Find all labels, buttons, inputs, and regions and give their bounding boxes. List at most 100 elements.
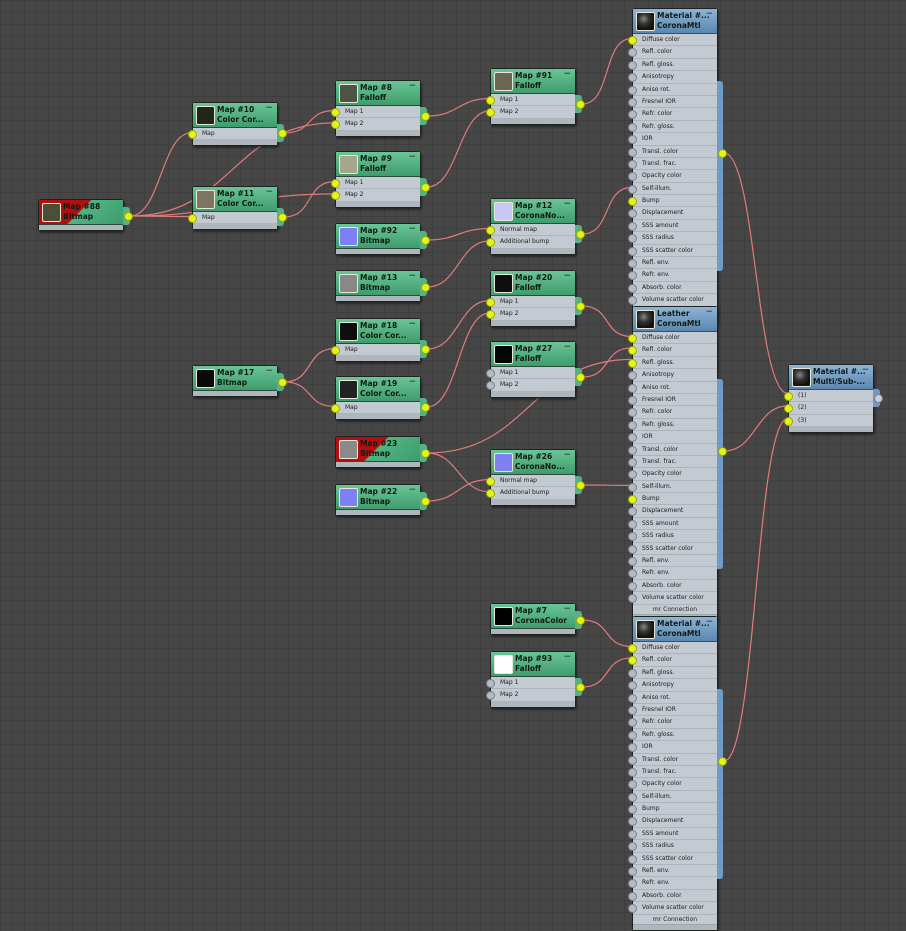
input-slot[interactable]: Fresnel IOR	[633, 704, 717, 716]
node-header[interactable]: Map #17Bitmap−	[193, 366, 277, 391]
node-header[interactable]: Map #11Color Cor...−	[193, 187, 277, 212]
input-slot[interactable]: Map 1	[491, 296, 575, 308]
map-node-map22[interactable]: Map #22Bitmap−	[335, 484, 421, 516]
input-slot[interactable]: Refr. color	[633, 716, 717, 728]
mr-connection-row[interactable]: mr Connection	[633, 605, 717, 615]
input-socket-icon[interactable]	[628, 284, 637, 293]
input-socket-icon[interactable]	[628, 73, 637, 82]
input-socket-icon[interactable]	[628, 446, 637, 455]
input-socket-icon[interactable]	[628, 718, 637, 727]
map-node-map18[interactable]: Map #18Color Cor...−Map	[335, 318, 421, 362]
input-slot[interactable]: Map	[193, 128, 277, 140]
minimize-icon[interactable]: −	[563, 271, 571, 281]
input-socket-icon[interactable]	[331, 346, 340, 355]
input-socket-icon[interactable]	[628, 532, 637, 541]
map-node-map12[interactable]: Map #12CoronaNo...−Normal mapAdditional …	[490, 198, 576, 255]
input-socket-icon[interactable]	[331, 179, 340, 188]
wire-map12-to-mat1[interactable]	[582, 187, 632, 234]
input-slot[interactable]: Anisotropy	[633, 369, 717, 381]
minimize-icon[interactable]: −	[408, 485, 416, 495]
minimize-icon[interactable]: −	[265, 103, 273, 113]
input-slot[interactable]: Refl. color	[633, 46, 717, 58]
input-slot[interactable]: Displacement	[633, 505, 717, 517]
input-slot[interactable]: Refl. color	[633, 344, 717, 356]
node-header[interactable]: Map #13Bitmap−	[336, 271, 420, 296]
wire-mat1-to-multi[interactable]	[724, 153, 788, 394]
minimize-icon[interactable]: −	[705, 9, 713, 19]
node-header[interactable]: Map #8Falloff−	[336, 81, 420, 106]
input-slot[interactable]: Aniso rot.	[633, 84, 717, 96]
minimize-icon[interactable]: −	[705, 307, 713, 317]
wire-map9-to-map91[interactable]	[427, 111, 490, 187]
output-socket-icon[interactable]	[576, 616, 585, 625]
input-socket-icon[interactable]	[628, 36, 637, 45]
input-slot[interactable]: Refr. env.	[633, 567, 717, 579]
input-slot[interactable]: Normal map	[491, 224, 575, 236]
input-socket-icon[interactable]	[628, 756, 637, 765]
input-socket-icon[interactable]	[331, 191, 340, 200]
map-node-map19[interactable]: Map #19Color Cor...−Map	[335, 376, 421, 420]
input-slot[interactable]: SSS radius	[633, 530, 717, 542]
minimize-icon[interactable]: −	[563, 450, 571, 460]
map-node-map91[interactable]: Map #91Falloff−Map 1Map 2	[490, 68, 576, 125]
output-socket-icon[interactable]	[874, 394, 883, 403]
input-socket-icon[interactable]	[486, 96, 495, 105]
node-header[interactable]: Map #88Bitmap	[39, 200, 123, 225]
input-socket-icon[interactable]	[628, 656, 637, 665]
minimize-icon[interactable]: −	[408, 319, 416, 329]
input-slot[interactable]: Map 2	[491, 379, 575, 391]
input-socket-icon[interactable]	[628, 359, 637, 368]
map-node-map27[interactable]: Map #27Falloff−Map 1Map 2	[490, 341, 576, 398]
node-header[interactable]: Map #9Falloff−	[336, 152, 420, 177]
output-socket-icon[interactable]	[124, 212, 133, 221]
input-slot[interactable]: Map 2	[336, 118, 420, 130]
wire-map17-to-map19[interactable]	[284, 382, 335, 407]
input-slot[interactable]: Self-illum.	[633, 791, 717, 803]
input-slot[interactable]: Additional bump	[491, 236, 575, 248]
input-slot[interactable]: Refr. color	[633, 406, 717, 418]
output-socket-icon[interactable]	[278, 213, 287, 222]
input-slot[interactable]: IOR	[633, 741, 717, 753]
input-slot[interactable]: Map 1	[491, 677, 575, 689]
input-socket-icon[interactable]	[188, 214, 197, 223]
input-slot[interactable]: Refr. color	[633, 108, 717, 120]
material-node-mat3[interactable]: Material #...CoronaMtl−Diffuse colorRefl…	[632, 616, 718, 931]
minimize-icon[interactable]: −	[408, 377, 416, 387]
input-socket-icon[interactable]	[628, 135, 637, 144]
input-slot[interactable]: Refr. gloss.	[633, 419, 717, 431]
input-socket-icon[interactable]	[628, 594, 637, 603]
input-slot[interactable]: Map 1	[336, 106, 420, 118]
input-slot[interactable]: IOR	[633, 431, 717, 443]
node-header[interactable]: Map #19Color Cor...−	[336, 377, 420, 402]
input-slot[interactable]: Transl. color	[633, 754, 717, 766]
node-header[interactable]: Map #27Falloff−	[491, 342, 575, 367]
input-slot[interactable]: Map 2	[336, 189, 420, 201]
input-slot[interactable]: Bump	[633, 493, 717, 505]
map-node-map23[interactable]: Map #23Bitmap	[335, 436, 421, 468]
input-slot[interactable]: Transl. frac.	[633, 766, 717, 778]
output-socket-icon[interactable]	[421, 112, 430, 121]
input-socket-icon[interactable]	[628, 644, 637, 653]
input-socket-icon[interactable]	[628, 743, 637, 752]
input-socket-icon[interactable]	[628, 98, 637, 107]
material-node-mat1[interactable]: Material #...CoronaMtl−Diffuse colorRefl…	[632, 8, 718, 323]
output-socket-icon[interactable]	[421, 283, 430, 292]
input-slot[interactable]: Opacity color	[633, 170, 717, 182]
input-socket-icon[interactable]	[628, 160, 637, 169]
map-node-map9[interactable]: Map #9Falloff−Map 1Map 2	[335, 151, 421, 208]
input-socket-icon[interactable]	[628, 669, 637, 678]
output-socket-icon[interactable]	[421, 236, 430, 245]
input-slot[interactable]: Fresnel IOR	[633, 96, 717, 108]
minimize-icon[interactable]: −	[265, 187, 273, 197]
input-socket-icon[interactable]	[628, 520, 637, 529]
output-socket-icon[interactable]	[576, 100, 585, 109]
node-header[interactable]: Map #22Bitmap−	[336, 485, 420, 510]
input-slot[interactable]: SSS radius	[633, 840, 717, 852]
wire-map92-to-map12[interactable]	[427, 229, 490, 241]
wire-map11-to-map9[interactable]	[284, 182, 335, 218]
output-socket-icon[interactable]	[421, 497, 430, 506]
wire-map8-to-map91[interactable]	[427, 99, 490, 117]
input-slot[interactable]: Refl. env.	[633, 865, 717, 877]
input-slot[interactable]: (1)	[789, 390, 873, 402]
input-socket-icon[interactable]	[628, 483, 637, 492]
